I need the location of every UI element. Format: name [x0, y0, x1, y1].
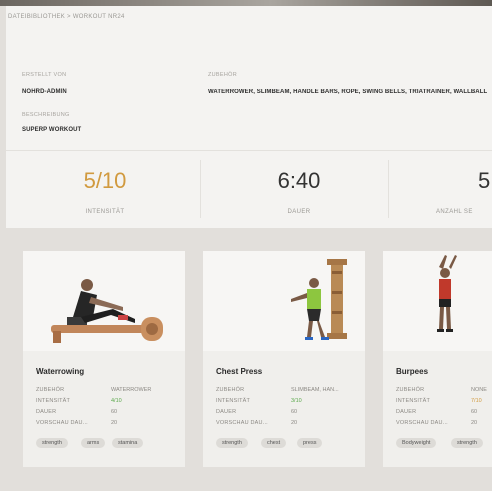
- preview-duration-label: VORSCHAU DAU...: [36, 420, 88, 426]
- burpees-illustration: [437, 255, 457, 332]
- duration-value: 60: [291, 409, 298, 415]
- stat-sets-value: 5: [478, 168, 491, 193]
- equipment-label: ZUBEHÖR: [396, 387, 425, 393]
- tag[interactable]: stamina: [112, 438, 144, 448]
- workout-details-card: [6, 6, 492, 228]
- stat-sets-label: ANZAHL SE: [436, 209, 473, 215]
- exercise-card-waterrowing[interactable]: Waterrowing ZUBEHÖR WATERROWER INTENSITÄ…: [23, 251, 185, 467]
- duration-value: 60: [111, 409, 118, 415]
- exercise-title: Chest Press: [216, 367, 263, 376]
- created-by-value: NOHRD-ADMIN: [22, 89, 67, 95]
- equipment-value: SLIMBEAM, HAN...: [291, 387, 339, 393]
- intensity-value: 3/10: [291, 398, 302, 404]
- equipment-value: WATERROWER: [111, 387, 152, 393]
- created-by-label: ERSTELLT VON: [22, 72, 67, 78]
- exercise-info: Chest Press ZUBEHÖR SLIMBEAM, HAN... INT…: [203, 351, 365, 467]
- rower-illustration: [51, 279, 163, 343]
- intensity-value: 4/10: [111, 398, 122, 404]
- tag[interactable]: strength: [36, 438, 68, 448]
- intensity-label: INTENSITÄT: [216, 398, 251, 404]
- intensity-label: INTENSITÄT: [396, 398, 431, 404]
- equipment-label: ZUBEHÖR: [36, 387, 65, 393]
- exercise-title: Burpees: [396, 367, 429, 376]
- exercise-image: [383, 251, 492, 351]
- tag[interactable]: Bodyweight: [396, 438, 437, 448]
- breadcrumb: DATEIBIBLIOTHEK > WORKOUT NR24: [8, 14, 125, 20]
- tag[interactable]: arms: [81, 438, 106, 448]
- tag[interactable]: press: [297, 438, 323, 448]
- stat-separator: [388, 160, 389, 218]
- duration-label: DAUER: [36, 409, 57, 415]
- preview-duration-label: VORSCHAU DAU...: [216, 420, 268, 426]
- divider: [6, 150, 492, 151]
- equipment-label: ZUBEHÖR: [216, 387, 245, 393]
- equipment-label: ZUBEHÖR: [208, 72, 237, 78]
- stat-duration-label: DAUER: [287, 209, 311, 215]
- breadcrumb-current: WORKOUT NR24: [72, 14, 125, 20]
- preview-duration-value: 20: [291, 420, 298, 426]
- exercise-info: Burpees ZUBEHÖR NONE INTENSITÄT 7/10 DAU…: [383, 351, 492, 467]
- duration-label: DAUER: [396, 409, 417, 415]
- chest-press-illustration: [291, 259, 347, 340]
- description-label: BESCHREIBUNG: [22, 112, 70, 118]
- preview-duration-value: 20: [471, 420, 478, 426]
- stat-intensity-value: 5/10: [83, 168, 127, 193]
- equipment-value: WATERROWER, SLIMBEAM, HANDLE BARS, ROPE,…: [208, 89, 488, 95]
- exercise-image: [203, 251, 365, 351]
- preview-duration-value: 20: [111, 420, 118, 426]
- stat-intensity-label: INTENSITÄT: [85, 209, 125, 215]
- tag[interactable]: strength: [451, 438, 483, 448]
- breadcrumb-separator: >: [67, 14, 71, 20]
- stat-separator: [200, 160, 201, 218]
- duration-value: 60: [471, 409, 478, 415]
- description-value: SUPERP WORKOUT: [22, 127, 82, 133]
- duration-label: DAUER: [216, 409, 237, 415]
- exercise-card-chest-press[interactable]: Chest Press ZUBEHÖR SLIMBEAM, HAN... INT…: [203, 251, 365, 467]
- exercise-image: [23, 251, 185, 351]
- exercise-card-burpees[interactable]: Burpees ZUBEHÖR NONE INTENSITÄT 7/10 DAU…: [383, 251, 492, 467]
- preview-duration-label: VORSCHAU DAU...: [396, 420, 448, 426]
- breadcrumb-library-link[interactable]: DATEIBIBLIOTHEK: [8, 14, 65, 20]
- intensity-label: INTENSITÄT: [36, 398, 71, 404]
- tag[interactable]: strength: [216, 438, 248, 448]
- stat-duration-value: 6:40: [277, 168, 321, 193]
- intensity-value: 7/10: [471, 398, 482, 404]
- exercise-info: Waterrowing ZUBEHÖR WATERROWER INTENSITÄ…: [23, 351, 185, 467]
- equipment-value: NONE: [471, 387, 487, 393]
- tag[interactable]: chest: [261, 438, 287, 448]
- exercise-title: Waterrowing: [36, 367, 85, 376]
